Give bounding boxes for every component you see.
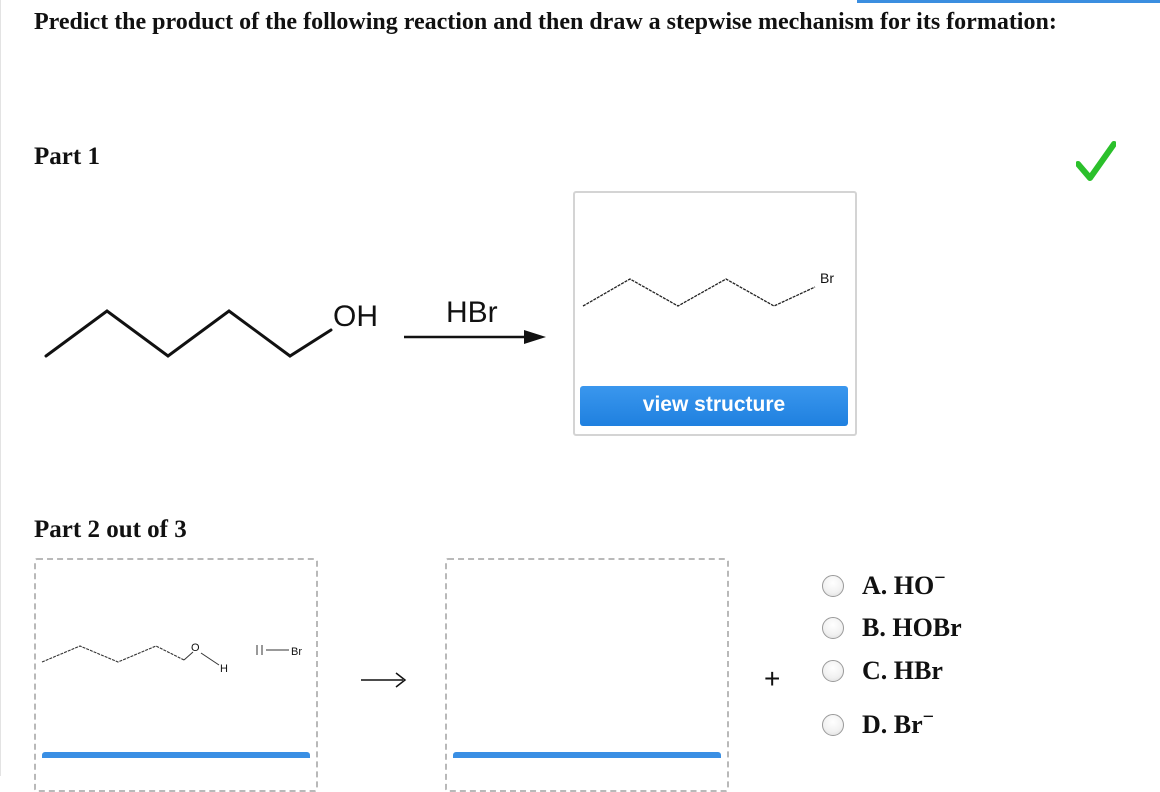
option-a-letter: A. xyxy=(862,571,888,600)
option-d-letter: D. xyxy=(862,710,888,739)
option-b-radio[interactable] xyxy=(822,617,844,639)
option-b-text: HOBr xyxy=(892,613,962,642)
oxygen-label: O xyxy=(191,642,200,654)
option-c-radio[interactable] xyxy=(822,660,844,682)
hydrogen-label: H xyxy=(220,663,228,675)
option-c-letter: C. xyxy=(862,656,888,685)
option-a-radio[interactable] xyxy=(822,575,844,597)
option-b-letter: B. xyxy=(862,613,886,642)
products-box-button-edge[interactable] xyxy=(453,752,721,758)
part2-reaction-arrow-icon xyxy=(361,672,407,688)
option-c-text: HBr xyxy=(893,656,943,685)
option-a-charge: − xyxy=(934,567,946,589)
option-a-text: HO− xyxy=(893,567,946,600)
option-d-charge: − xyxy=(922,706,935,728)
plus-sign: + xyxy=(764,663,781,694)
option-d-text: Br− xyxy=(893,706,935,739)
option-d-radio[interactable] xyxy=(822,714,844,736)
bromine-label: Br xyxy=(291,646,302,658)
